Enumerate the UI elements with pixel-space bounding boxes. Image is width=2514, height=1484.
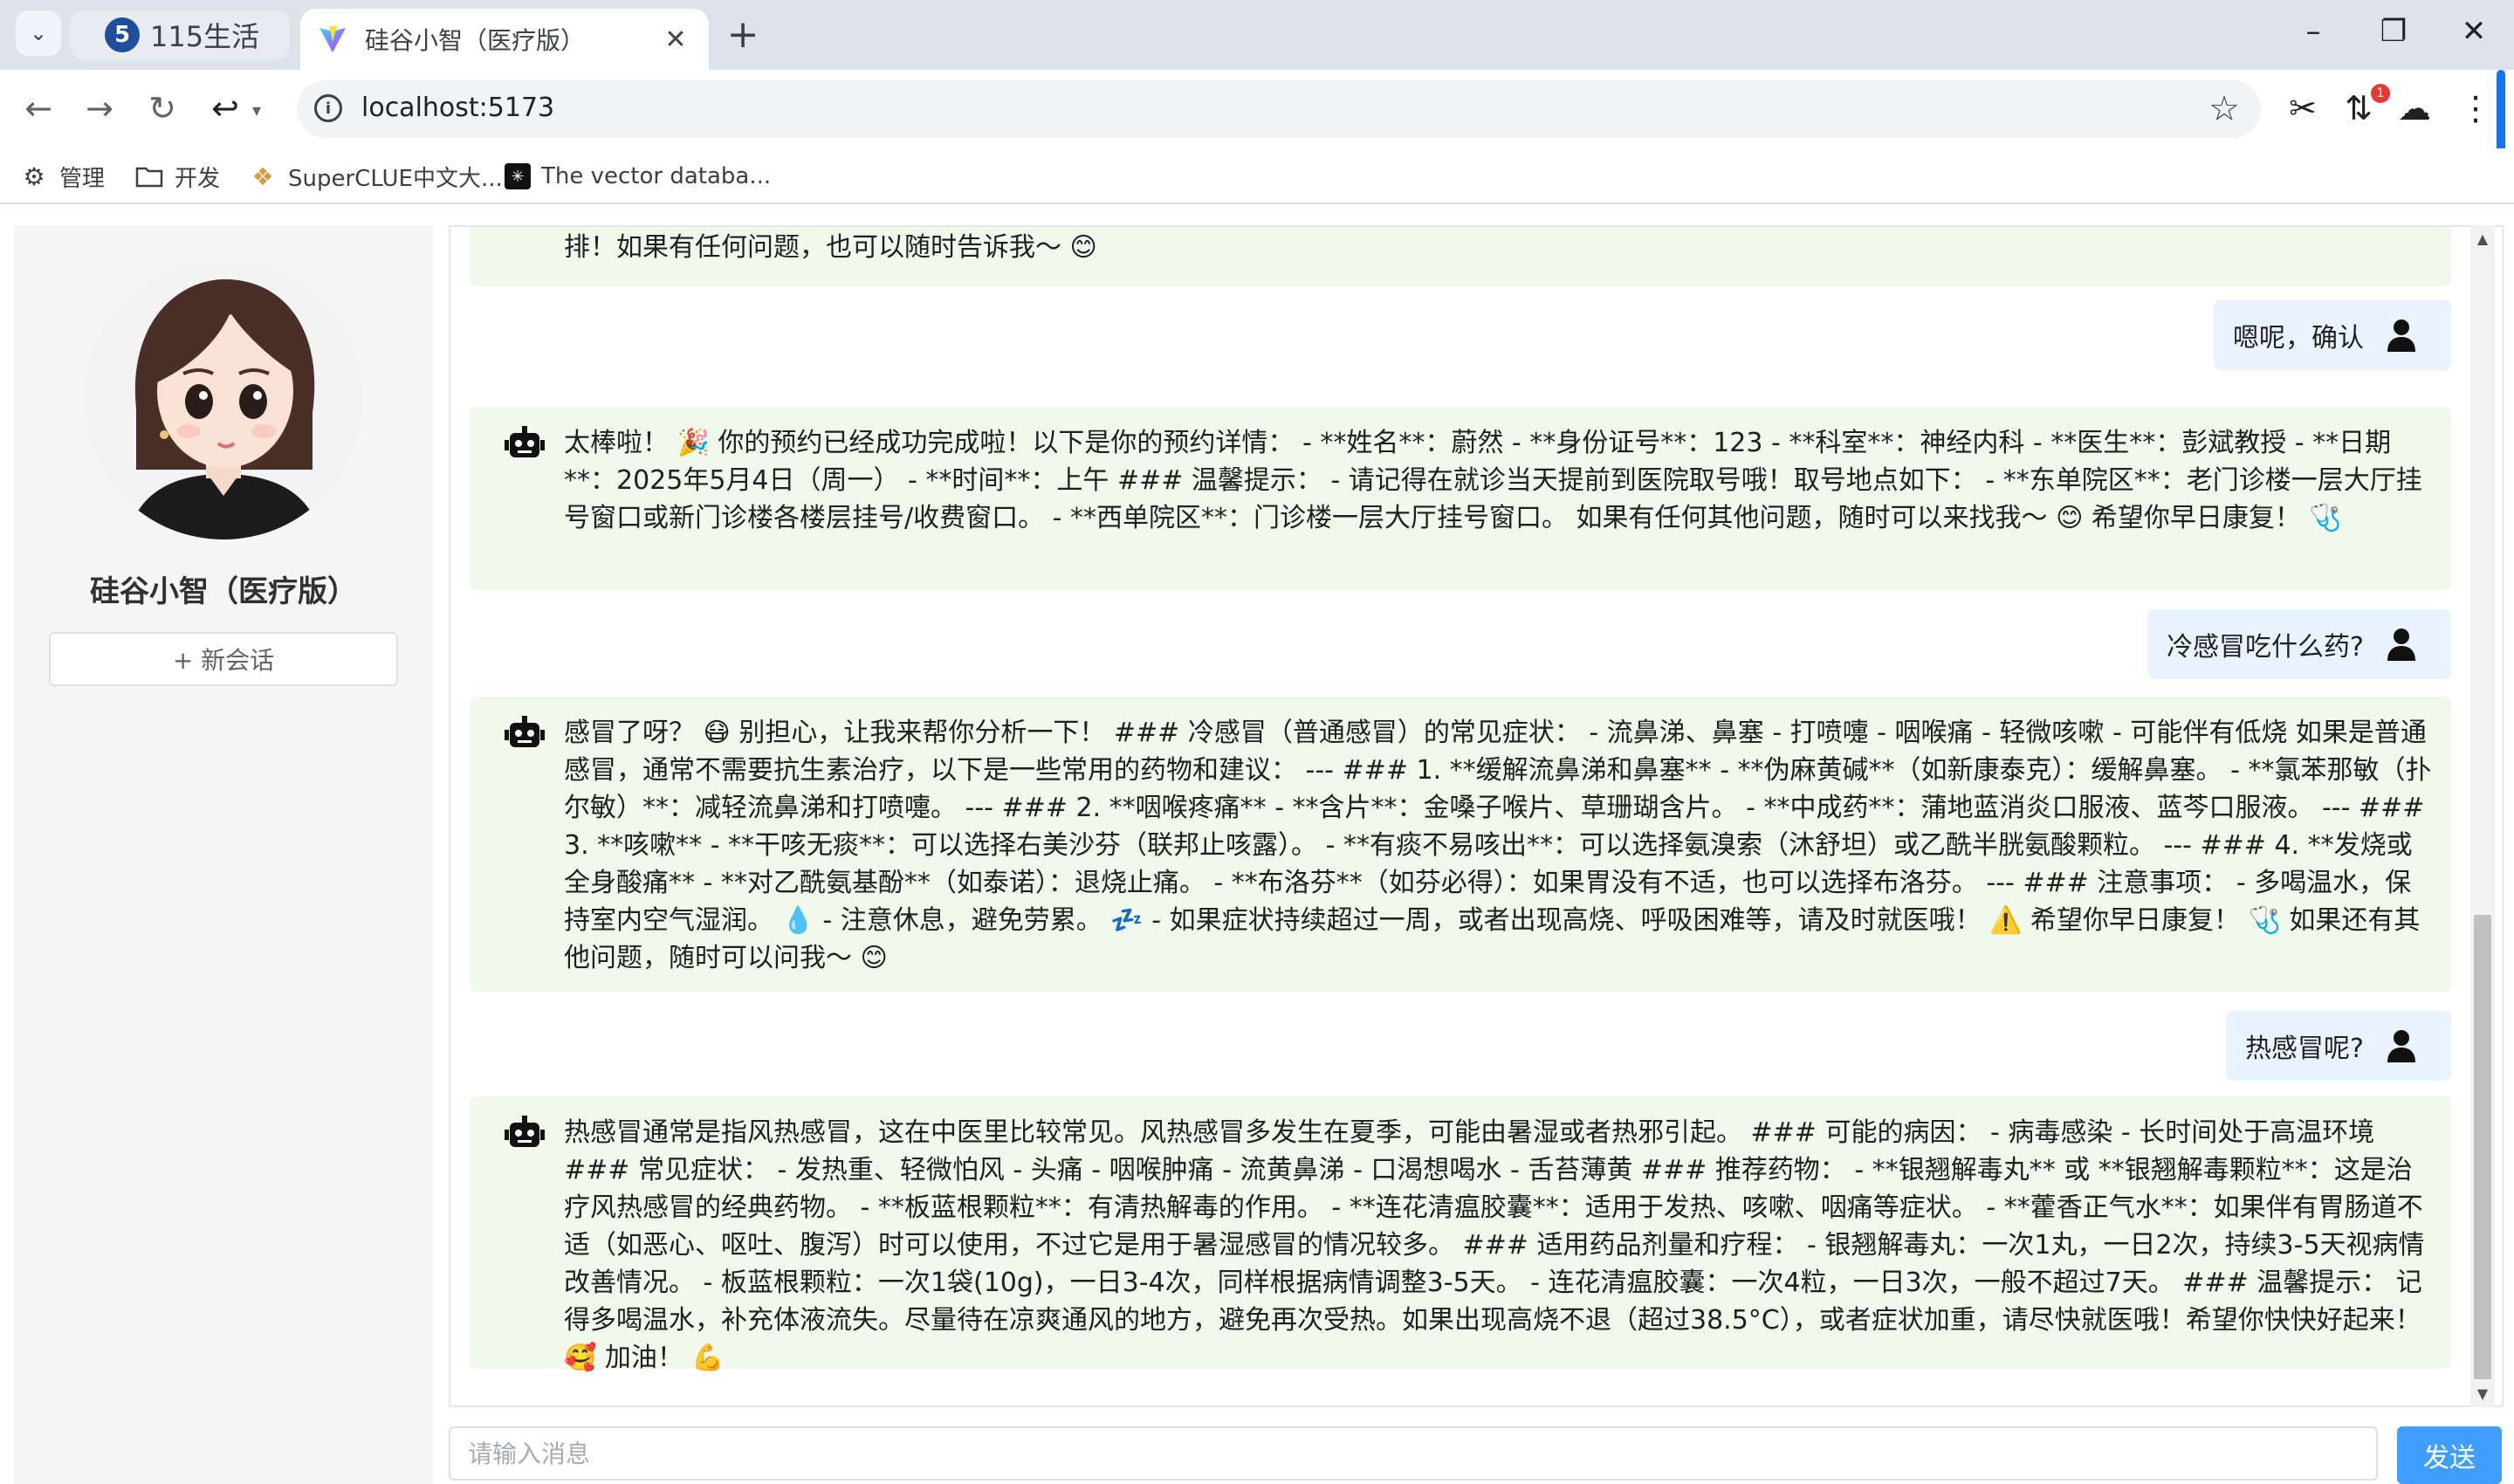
user-icon xyxy=(2387,319,2415,352)
message-text: 嗯呢，确认 xyxy=(2233,323,2364,354)
user-icon xyxy=(2387,629,2415,661)
extension-badge: 1 xyxy=(2371,84,2390,103)
gear-icon: ⚙ xyxy=(23,161,45,191)
address-bar[interactable]: i localhost:5173 ☆ xyxy=(297,80,2261,138)
more-menu-icon[interactable]: ⋮ xyxy=(2453,89,2498,127)
bot-message: 太棒啦！ 🎉 你的预约已经成功完成啦！以下是你的预约详情： - **姓名**：蔚… xyxy=(470,407,2451,590)
bookmarks-bar: ⚙ 管理 开发 ❖ SuperCLUE中文大... ✳ The vector d… xyxy=(0,148,2514,204)
undo-icon[interactable]: ↩ xyxy=(203,89,248,127)
bookmark-label: SuperCLUE中文大... xyxy=(288,165,503,192)
message-text: 太棒啦！ 🎉 你的预约已经成功完成啦！以下是你的预约详情： - **姓名**：蔚… xyxy=(564,428,2422,533)
close-window-icon[interactable]: ✕ xyxy=(2448,14,2500,49)
bookmark-star-icon[interactable]: ☆ xyxy=(2208,89,2240,129)
scroll-down-arrow-icon[interactable]: ▼ xyxy=(2470,1385,2495,1402)
chevron-down-icon: ⌄ xyxy=(29,21,48,45)
message-text: 热感冒通常是指风热感冒，这在中医里比较常见。风热感冒多发生在夏季，可能由暑湿或者… xyxy=(564,1117,2425,1373)
robot-icon xyxy=(505,1116,545,1147)
tab-title: 115生活 xyxy=(150,20,260,53)
robot-icon xyxy=(505,716,545,747)
chat-app: 硅谷小智（医疗版） + 新会话 排！如果有任何问题，也可以随时告诉我～ 😊 嗯呢… xyxy=(0,204,2514,1484)
user-message: 冷感冒吃什么药? xyxy=(2147,609,2451,679)
sidebar: 硅谷小智（医疗版） + 新会话 xyxy=(14,225,433,1484)
bookmark-label: 开发 xyxy=(175,165,221,192)
bookmark-vector-db[interactable]: ✳ The vector databa... xyxy=(505,161,771,192)
send-button[interactable]: 发送 xyxy=(2397,1426,2502,1484)
vite-favicon-icon xyxy=(319,26,346,52)
message-text: 冷感冒吃什么药? xyxy=(2167,632,2364,663)
browser-tab-strip: ⌄ 5 115生活 硅谷小智（医疗版） ✕ + – ❐ ✕ xyxy=(0,0,2514,70)
scrollbar-thumb[interactable] xyxy=(2474,915,2491,1379)
restore-icon[interactable]: ❐ xyxy=(2367,14,2420,49)
new-tab-button[interactable]: + xyxy=(721,12,765,57)
back-arrow-icon[interactable]: ← xyxy=(16,89,61,127)
scroll-indicator xyxy=(2497,70,2505,161)
bookmark-dev-folder[interactable]: 开发 xyxy=(134,161,220,192)
user-message: 嗯呢，确认 xyxy=(2214,300,2451,370)
user-message: 热感冒呢? xyxy=(2226,1011,2451,1081)
message-text: 感冒了呀？ 😷 别担心，让我来帮你分析一下！ ### 冷感冒（普通感冒）的常见症… xyxy=(564,718,2432,973)
tab-current[interactable]: 硅谷小智（医疗版） ✕ xyxy=(300,9,709,70)
superclue-icon: ❖ xyxy=(251,161,274,191)
cloud-extension-icon[interactable]: ☁ xyxy=(2392,89,2437,127)
chat-message-list[interactable]: 排！如果有任何问题，也可以随时告诉我～ 😊 嗯呢，确认 太棒啦！ 🎉 你的预约已… xyxy=(449,225,2504,1407)
folder-icon xyxy=(134,161,164,191)
close-tab-icon[interactable]: ✕ xyxy=(660,24,691,55)
bot-message: 排！如果有任何问题，也可以随时告诉我～ 😊 xyxy=(470,227,2451,286)
bookmark-label: 管理 xyxy=(59,165,106,192)
bookmark-label: The vector databa... xyxy=(541,163,772,189)
composer: 发送 xyxy=(449,1426,2514,1484)
url-text[interactable]: localhost:5173 xyxy=(361,93,554,123)
bookmark-superclue[interactable]: ❖ SuperCLUE中文大... xyxy=(248,161,503,192)
tab-favicon-115: 5 xyxy=(105,17,140,52)
bot-message: 感冒了呀？ 😷 别担心，让我来帮你分析一下！ ### 冷感冒（普通感冒）的常见症… xyxy=(470,697,2451,992)
undo-dropdown-icon[interactable]: ▾ xyxy=(246,100,267,120)
bookmark-manage[interactable]: ⚙ 管理 xyxy=(19,161,105,192)
reload-icon[interactable]: ↻ xyxy=(140,89,185,127)
forward-arrow-icon[interactable]: → xyxy=(77,89,122,127)
message-text: 排！如果有任何问题，也可以随时告诉我～ 😊 xyxy=(564,232,1097,263)
message-text: 热感冒呢? xyxy=(2245,1034,2364,1064)
tab-title: 硅谷小智（医疗版） xyxy=(365,26,586,55)
user-icon xyxy=(2387,1030,2415,1062)
site-info-icon[interactable]: i xyxy=(314,94,342,122)
tab-search-button[interactable]: ⌄ xyxy=(16,10,61,56)
chat-scrollbar[interactable]: ▲ ▼ xyxy=(2470,225,2495,1407)
minimize-icon[interactable]: – xyxy=(2287,14,2339,49)
browser-toolbar: ← → ↻ ↩ ▾ i localhost:5173 ☆ ✂ ⇅ ☁ ⋮ xyxy=(0,70,2514,148)
scissors-extension-icon[interactable]: ✂ xyxy=(2280,89,2325,127)
robot-icon xyxy=(505,426,545,457)
new-chat-button[interactable]: + 新会话 xyxy=(49,632,398,686)
app-title: 硅谷小智（医疗版） xyxy=(90,574,357,609)
tab-115[interactable]: 5 115生活 xyxy=(70,10,290,59)
bot-message: 热感冒通常是指风热感冒，这在中医里比较常见。风热感冒多发生在夏季，可能由暑湿或者… xyxy=(470,1096,2451,1373)
message-input[interactable] xyxy=(449,1426,2378,1481)
assistant-avatar xyxy=(84,260,363,539)
scroll-up-arrow-icon[interactable]: ▲ xyxy=(2470,230,2495,247)
vector-db-icon: ✳ xyxy=(505,163,531,189)
